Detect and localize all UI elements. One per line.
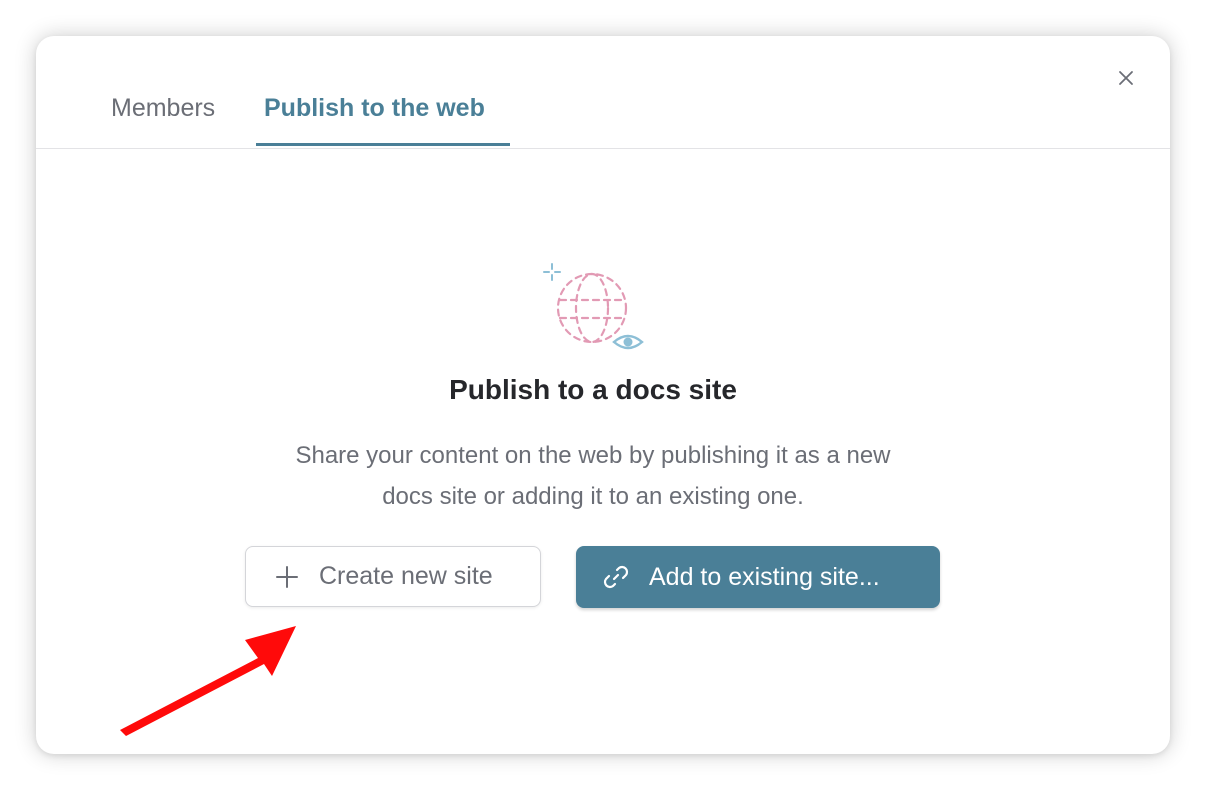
create-new-site-label: Create new site xyxy=(319,562,493,590)
close-button[interactable] xyxy=(1114,66,1138,90)
close-icon xyxy=(1119,71,1133,85)
red-arrow-icon xyxy=(120,626,296,736)
publish-description: Share your content on the web by publish… xyxy=(295,442,891,510)
tab-publish-to-web[interactable]: Publish to the web xyxy=(264,94,485,123)
tab-bar: Members Publish to the web xyxy=(36,36,1170,149)
link-icon xyxy=(603,565,629,589)
active-tab-indicator xyxy=(256,143,510,146)
tab-members[interactable]: Members xyxy=(111,94,215,123)
add-to-existing-site-button[interactable]: Add to existing site... xyxy=(576,546,940,608)
globe-with-eye-icon xyxy=(543,263,644,350)
publish-heading: Publish to a docs site xyxy=(449,374,737,405)
add-to-existing-site-label: Add to existing site... xyxy=(649,562,880,591)
create-new-site-button[interactable]: Create new site xyxy=(245,546,541,607)
plus-icon xyxy=(276,565,298,588)
screenshot-stage: Members Publish to the web Publish to a … xyxy=(0,0,1206,790)
